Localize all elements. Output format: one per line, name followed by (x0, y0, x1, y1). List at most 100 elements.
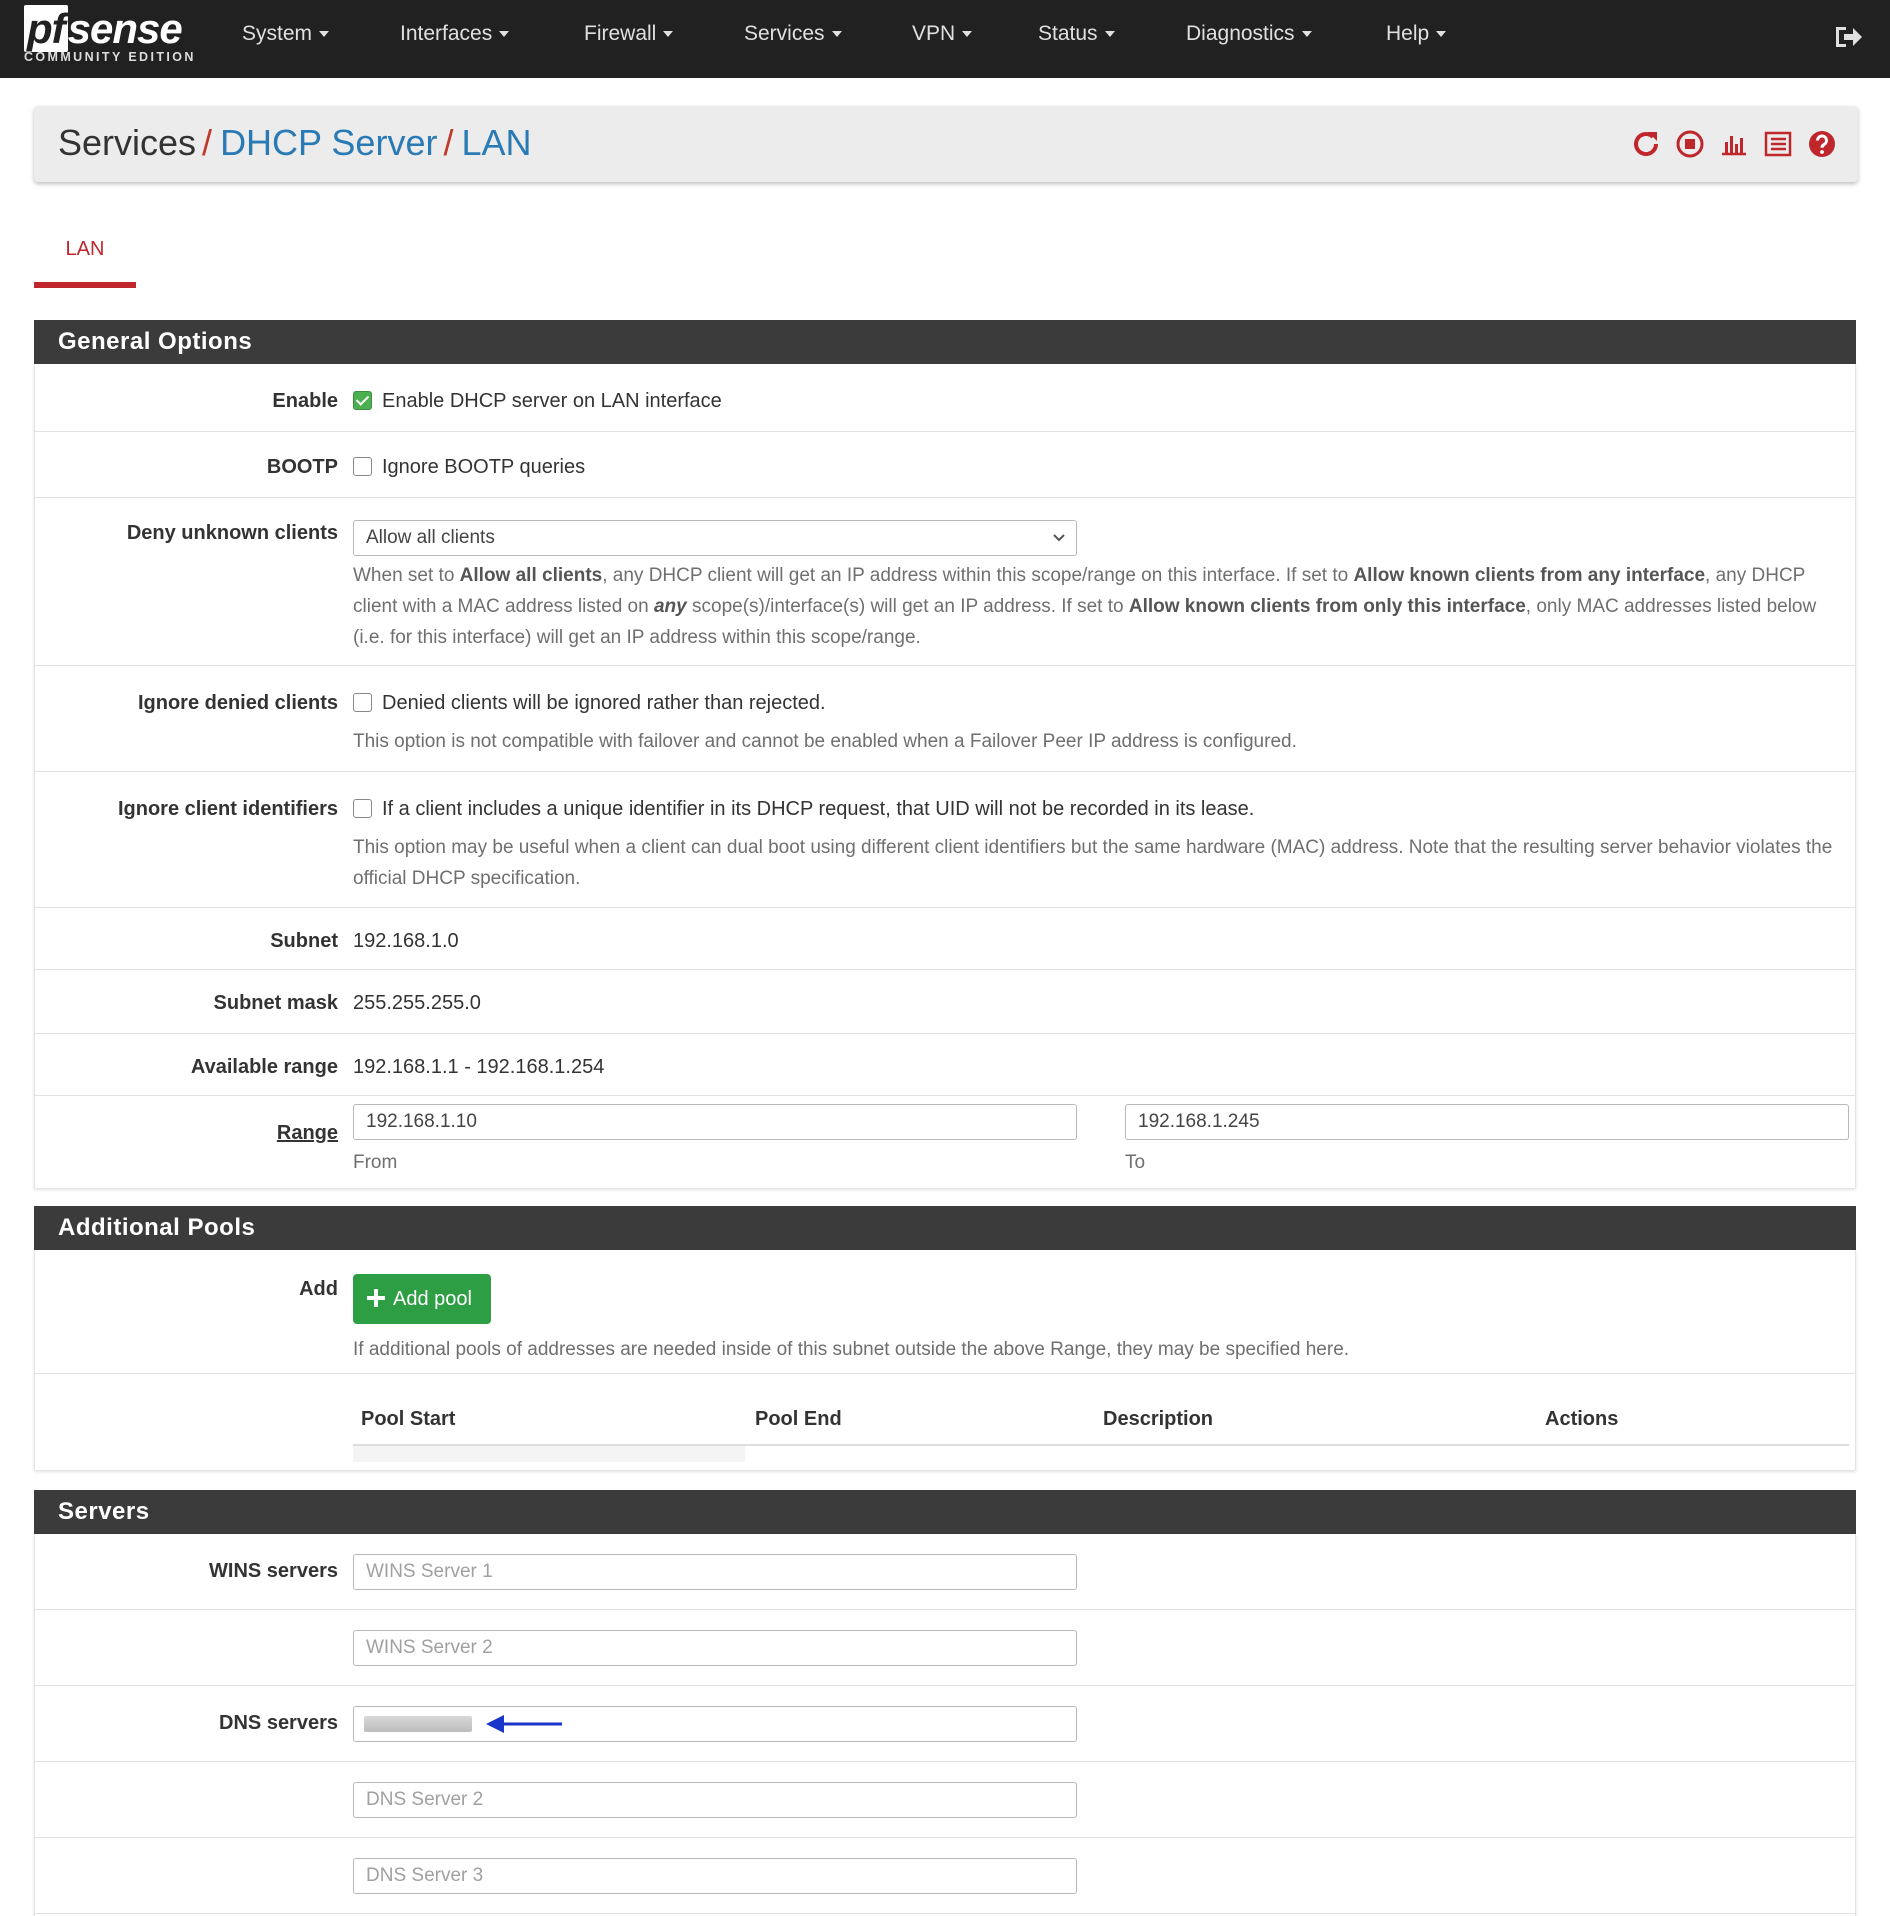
chevron-down-icon (1053, 534, 1065, 542)
general-options-header: General Options (34, 320, 1856, 364)
wins2-row: WINS Server 2 (35, 1610, 1855, 1686)
wins-server-2-input[interactable]: WINS Server 2 (353, 1630, 1077, 1666)
caret-down-icon (499, 31, 510, 38)
additional-pools-header: Additional Pools (34, 1206, 1856, 1250)
breadcrumb-separator: / (202, 122, 213, 163)
ignore-denied-checkbox[interactable] (353, 693, 372, 712)
nav-help[interactable]: Help (1386, 22, 1447, 46)
enable-row: Enable Enable DHCP server on LAN interfa… (35, 364, 1855, 432)
subnet-mask-row: Subnet mask 255.255.255.0 (35, 970, 1855, 1034)
deny-unknown-selected: Allow all clients (366, 527, 495, 548)
subnet-mask-label: Subnet mask (213, 992, 338, 1014)
breadcrumb-services: Services (58, 122, 197, 163)
col-actions: Actions (1545, 1408, 1619, 1430)
arrow-left-icon (486, 1715, 562, 1733)
dns-server-3-input[interactable]: DNS Server 3 (353, 1858, 1077, 1894)
logo-sense: sense (67, 5, 183, 52)
list-icon[interactable] (1762, 128, 1794, 160)
nav-system[interactable]: System (242, 22, 330, 46)
wins-server-1-input[interactable]: WINS Server 1 (353, 1554, 1077, 1590)
caret-down-icon (1104, 31, 1115, 38)
ignore-denied-help: This option is not compatible with failo… (353, 731, 1297, 752)
add-pool-help: If additional pools of addresses are nee… (353, 1339, 1350, 1360)
caret-down-icon (962, 31, 973, 38)
deny-unknown-select[interactable]: Allow all clients (353, 520, 1077, 556)
stop-icon[interactable] (1674, 128, 1706, 160)
tab-lan[interactable]: LAN (34, 232, 136, 288)
nav-interfaces[interactable]: Interfaces (400, 22, 510, 46)
bootp-text: Ignore BOOTP queries (382, 456, 586, 478)
servers-header: Servers (34, 1490, 1856, 1534)
range-to-input[interactable]: 192.168.1.245 (1125, 1104, 1849, 1140)
available-range-row: Available range 192.168.1.1 - 192.168.1.… (35, 1034, 1855, 1096)
top-navbar: pfsense COMMUNITY EDITION System Interfa… (0, 0, 1890, 78)
range-row: Range 192.168.1.10 192.168.1.245 From To (35, 1096, 1855, 1188)
enable-label: Enable (272, 390, 338, 412)
help-icon[interactable] (1806, 128, 1838, 160)
ignore-ids-text: If a client includes a unique identifier… (382, 798, 1255, 820)
add-label: Add (299, 1278, 338, 1300)
table-empty-row (353, 1446, 745, 1462)
deny-unknown-help: When set to Allow all clients, any DHCP … (353, 565, 1817, 648)
wins-label: WINS servers (209, 1560, 338, 1582)
nav-diagnostics[interactable]: Diagnostics (1186, 22, 1312, 46)
plus-icon (367, 1289, 385, 1307)
caret-down-icon (319, 31, 330, 38)
deny-unknown-row: Deny unknown clients Allow all clients W… (35, 498, 1855, 666)
breadcrumb-lan[interactable]: LAN (461, 122, 531, 163)
range-label[interactable]: Range (277, 1122, 338, 1145)
ignore-ids-row: Ignore client identifiers If a client in… (35, 772, 1855, 908)
nav-firewall[interactable]: Firewall (584, 22, 674, 46)
ignore-ids-label: Ignore client identifiers (117, 798, 338, 820)
subnet-row: Subnet 192.168.1.0 (35, 908, 1855, 970)
enable-checkbox[interactable] (353, 391, 372, 410)
available-range-value: 192.168.1.1 - 192.168.1.254 (353, 1056, 605, 1078)
col-pool-start: Pool Start (361, 1408, 456, 1430)
dns-label: DNS servers (219, 1712, 338, 1734)
nav-services[interactable]: Services (744, 22, 842, 46)
breadcrumb-dhcp-server[interactable]: DHCP Server (220, 122, 437, 163)
logout-icon[interactable] (1832, 22, 1864, 52)
subnet-value: 192.168.1.0 (353, 930, 459, 952)
dns-server-1-input[interactable] (353, 1706, 1077, 1742)
breadcrumb-separator: / (443, 122, 454, 163)
ignore-denied-row: Ignore denied clients Denied clients wil… (35, 666, 1855, 772)
ignore-denied-label: Ignore denied clients (137, 692, 338, 714)
logo-pf: pf (24, 5, 68, 52)
redacted-value (364, 1716, 472, 1732)
caret-down-icon (663, 31, 674, 38)
chart-icon[interactable] (1718, 128, 1750, 160)
dns3-row: DNS Server 3 (35, 1838, 1855, 1914)
bootp-row: BOOTP Ignore BOOTP queries (35, 432, 1855, 498)
deny-unknown-label: Deny unknown clients (126, 522, 338, 544)
nav-status[interactable]: Status (1038, 22, 1115, 46)
bootp-checkbox[interactable] (353, 457, 372, 476)
add-pool-row: Add Add pool If additional pools of addr… (35, 1250, 1855, 1374)
bootp-label: BOOTP (266, 456, 338, 478)
enable-text: Enable DHCP server on LAN interface (382, 390, 722, 412)
available-range-label: Available range (190, 1056, 338, 1078)
add-pool-button[interactable]: Add pool (353, 1274, 491, 1324)
breadcrumb: Services / DHCP Server / LAN (58, 122, 532, 164)
subnet-mask-value: 255.255.255.0 (353, 992, 481, 1014)
general-options-panel: Enable Enable DHCP server on LAN interfa… (34, 364, 1856, 1188)
range-from-input[interactable]: 192.168.1.10 (353, 1104, 1077, 1140)
col-description: Description (1103, 1408, 1214, 1430)
range-from-label: From (353, 1152, 398, 1173)
caret-down-icon (1436, 31, 1447, 38)
caret-down-icon (831, 31, 842, 38)
pfsense-logo[interactable]: pfsense COMMUNITY EDITION (24, 5, 204, 72)
ignore-ids-checkbox[interactable] (353, 799, 372, 818)
additional-pools-panel: Add Add pool If additional pools of addr… (34, 1250, 1856, 1470)
dns2-row: DNS Server 2 (35, 1762, 1855, 1838)
dns1-row: DNS servers (35, 1686, 1855, 1762)
wins1-row: WINS servers WINS Server 1 (35, 1534, 1855, 1610)
breadcrumb-panel: Services / DHCP Server / LAN (34, 106, 1858, 182)
subnet-label: Subnet (270, 930, 338, 952)
range-to-label: To (1125, 1152, 1146, 1173)
restart-icon[interactable] (1630, 128, 1662, 160)
nav-vpn[interactable]: VPN (912, 22, 973, 46)
caret-down-icon (1301, 31, 1312, 38)
breadcrumb-actions (1630, 128, 1838, 160)
dns-server-2-input[interactable]: DNS Server 2 (353, 1782, 1077, 1818)
